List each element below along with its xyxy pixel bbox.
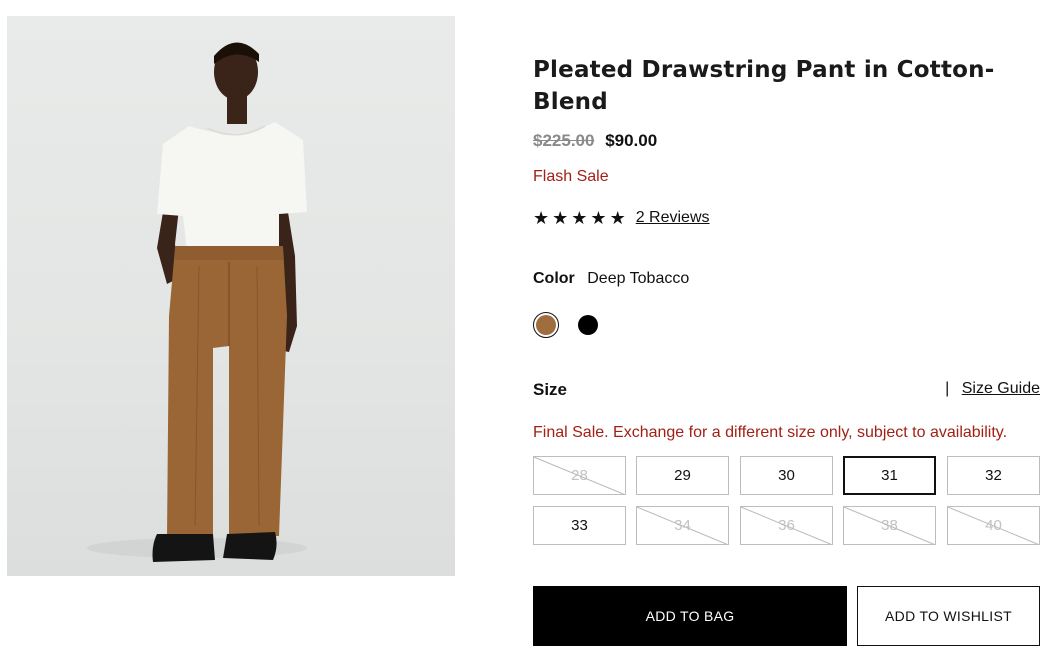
star-icon: ★ [552, 208, 569, 228]
swatch-fill [578, 315, 598, 335]
size-option-label: 29 [674, 467, 691, 484]
original-price: $225.00 [533, 131, 595, 150]
divider: | [945, 380, 950, 397]
size-header: Size | Size Guide [533, 380, 1040, 402]
selected-color-name: Deep Tobacco [587, 270, 690, 287]
rating-row: ★ ★ ★ ★ ★ 2 Reviews [533, 207, 710, 229]
star-icon: ★ [533, 208, 550, 228]
size-option-38[interactable]: 38 [843, 506, 936, 545]
price-row: $225.00 $90.00 [533, 131, 657, 151]
size-guide-wrap: | Size Guide [945, 380, 1040, 398]
size-option-label: 36 [778, 517, 795, 534]
size-option-33[interactable]: 33 [533, 506, 626, 545]
size-option-label: 33 [571, 517, 588, 534]
size-option-label: 40 [985, 517, 1002, 534]
size-option-label: 28 [571, 467, 588, 484]
size-option-label: 30 [778, 467, 795, 484]
flash-sale-label: Flash Sale [533, 168, 609, 185]
color-swatch-deep-tobacco[interactable] [533, 312, 559, 338]
color-label: Color [533, 270, 575, 287]
add-to-wishlist-button[interactable]: ADD TO WISHLIST [857, 586, 1040, 646]
model-illustration [87, 42, 307, 562]
size-option-label: 34 [674, 517, 691, 534]
product-image[interactable] [7, 16, 455, 576]
final-sale-notice: Final Sale. Exchange for a different siz… [533, 424, 1008, 441]
color-swatches [533, 312, 617, 338]
swatch-fill [536, 315, 556, 335]
add-to-bag-button[interactable]: ADD TO BAG [533, 586, 847, 646]
size-option-32[interactable]: 32 [947, 456, 1040, 495]
size-option-40[interactable]: 40 [947, 506, 1040, 545]
size-label: Size [533, 380, 568, 399]
size-option-label: 32 [985, 467, 1002, 484]
size-option-34[interactable]: 34 [636, 506, 729, 545]
star-icon: ★ [590, 208, 607, 228]
size-option-label: 38 [881, 517, 898, 534]
size-option-label: 31 [881, 467, 898, 484]
size-guide-link[interactable]: Size Guide [962, 380, 1040, 397]
product-title: Pleated Drawstring Pant in Cotton-Blend [533, 57, 995, 115]
size-option-28[interactable]: 28 [533, 456, 626, 495]
star-icon: ★ [609, 208, 626, 228]
color-swatch-black[interactable] [575, 312, 601, 338]
color-row: Color Deep Tobacco [533, 270, 689, 288]
reviews-link[interactable]: 2 Reviews [636, 209, 710, 227]
star-icon: ★ [571, 208, 588, 228]
size-option-30[interactable]: 30 [740, 456, 833, 495]
size-option-31[interactable]: 31 [843, 456, 936, 495]
size-option-29[interactable]: 29 [636, 456, 729, 495]
sale-price: $90.00 [605, 131, 658, 150]
size-option-36[interactable]: 36 [740, 506, 833, 545]
